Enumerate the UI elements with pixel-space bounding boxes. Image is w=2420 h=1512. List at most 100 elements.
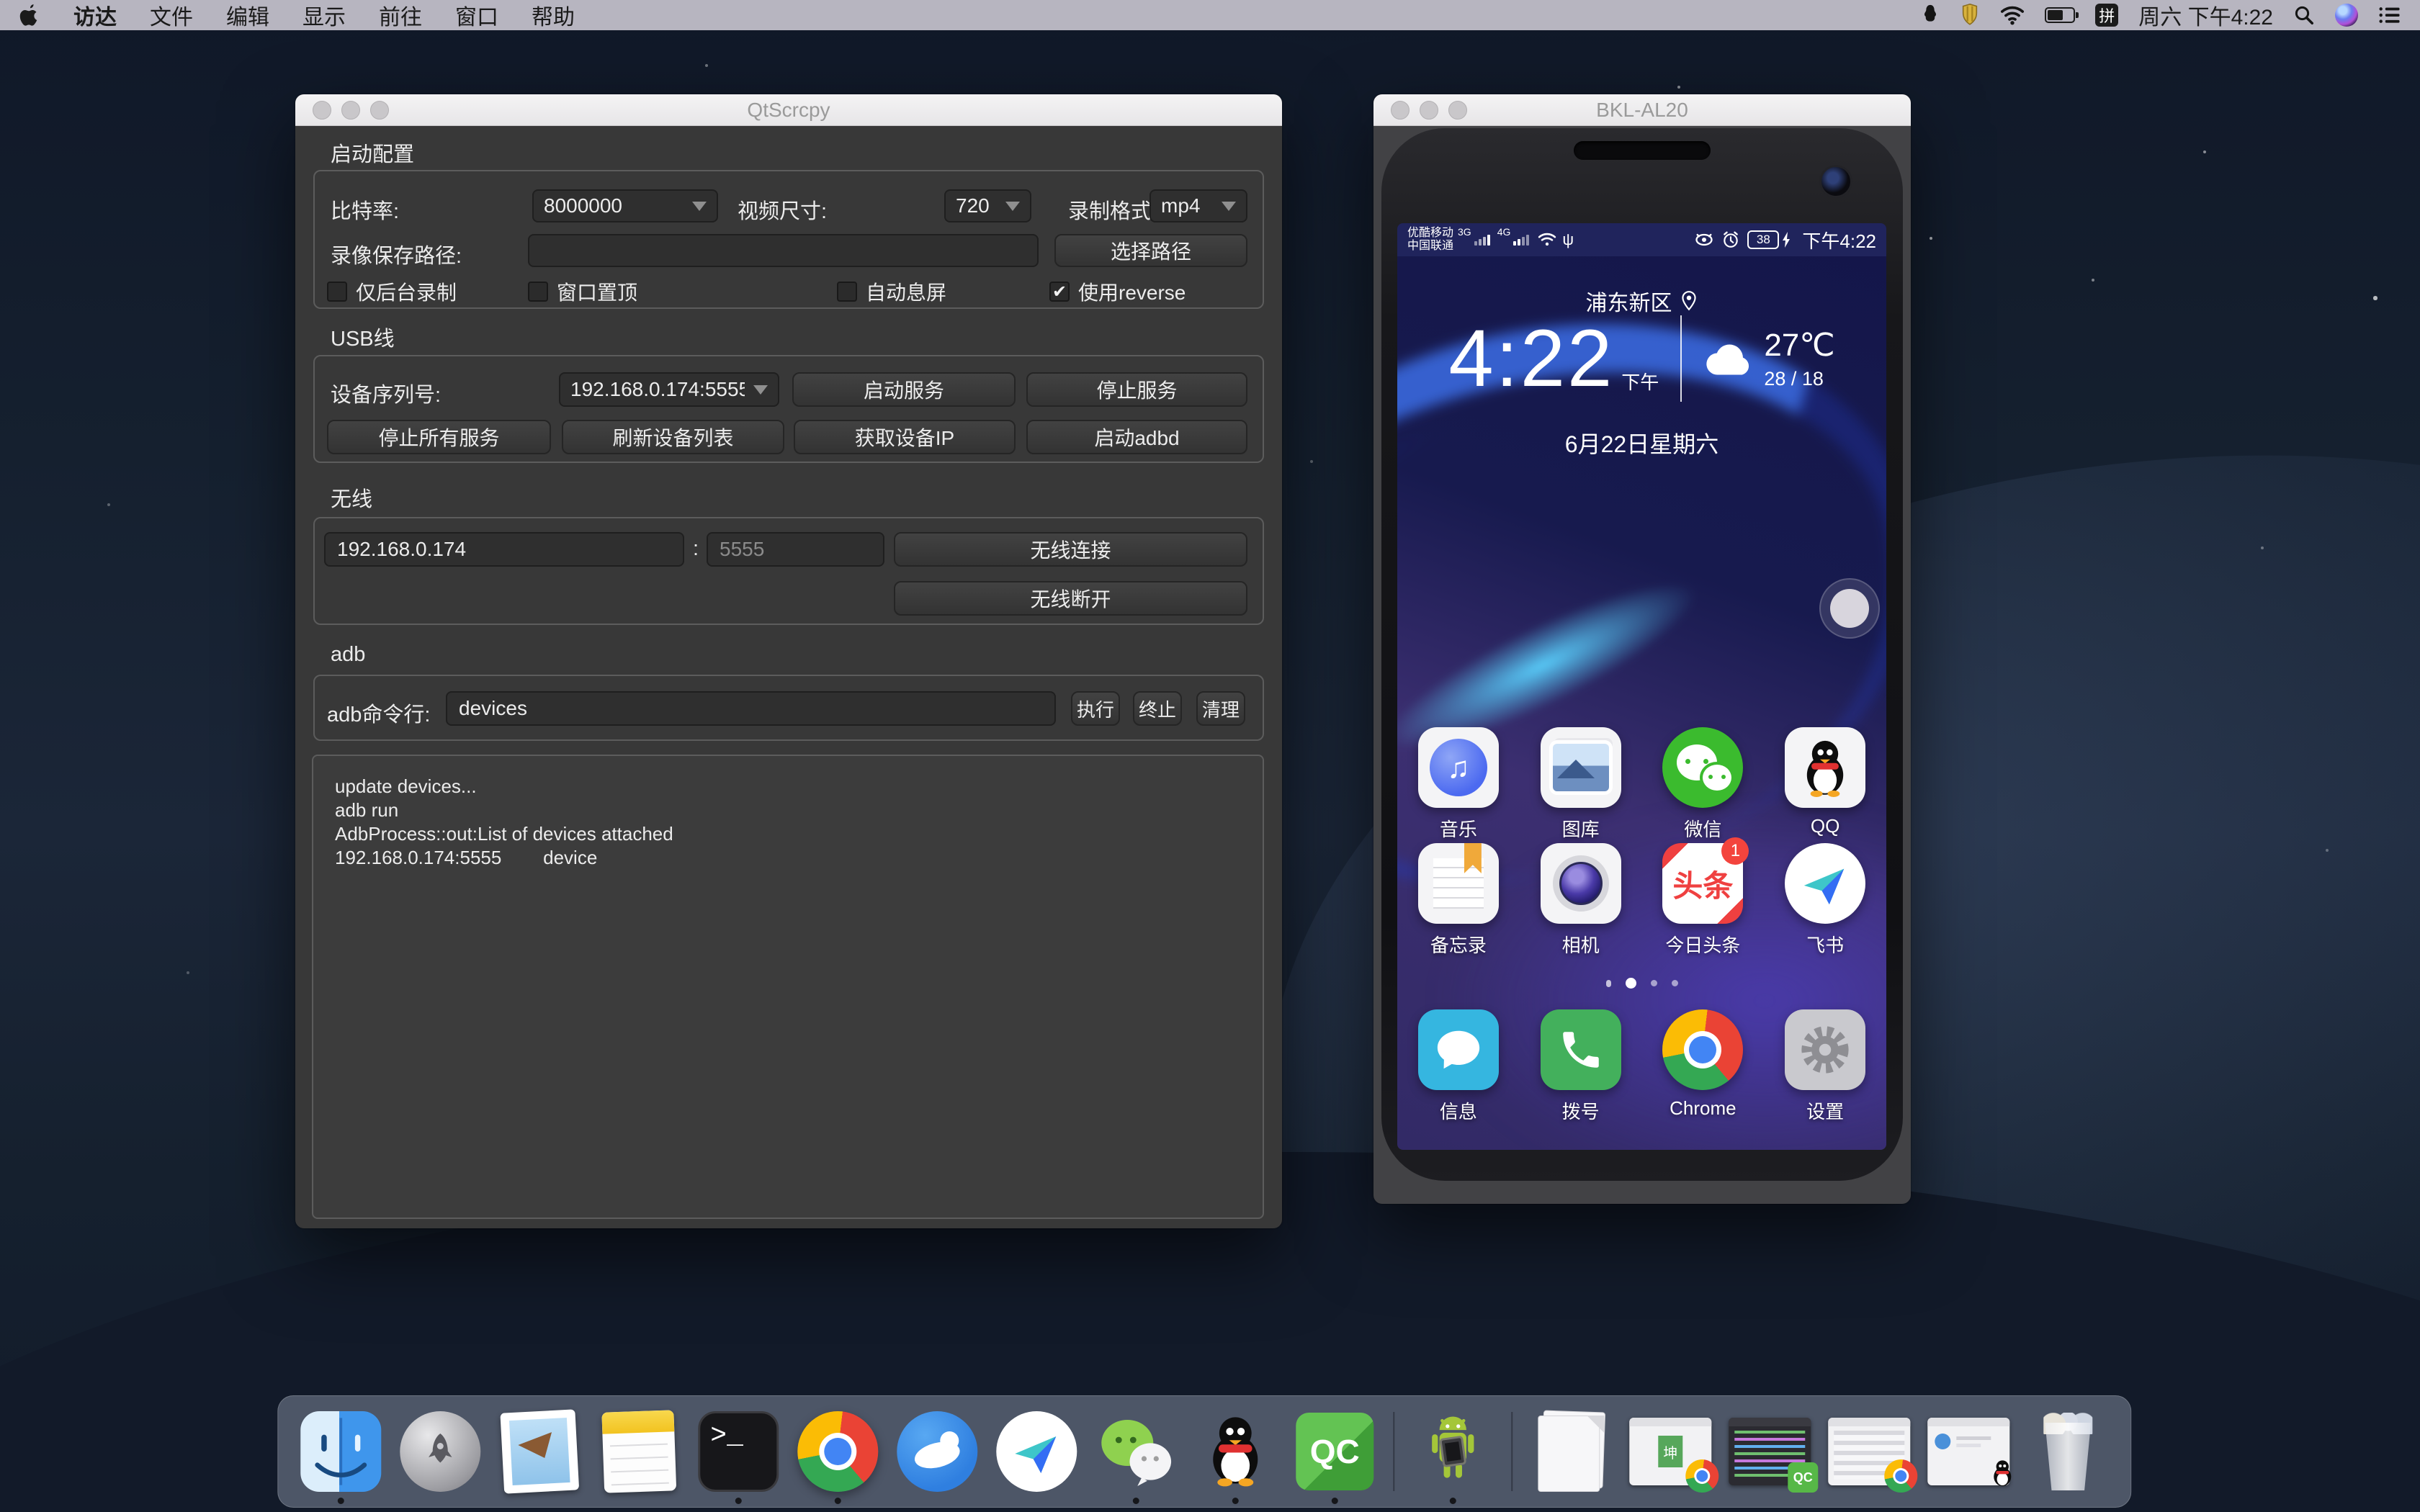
adb-clear-button[interactable]: 清理 [1196, 691, 1245, 726]
app-dialer[interactable]: 拨号 [1520, 1009, 1642, 1124]
menu-item-view[interactable]: 显示 [302, 0, 346, 31]
wireless-ip-input[interactable]: 192.168.0.174 [324, 532, 684, 567]
auto-screen-off-checkbox[interactable]: 自动息屏 [837, 277, 946, 306]
dock-feishu[interactable] [994, 1409, 1079, 1494]
app-music[interactable]: ♫ 音乐 [1397, 727, 1520, 842]
dock-qtscrcpy[interactable]: QC [1292, 1409, 1377, 1494]
always-on-top-checkbox[interactable]: 窗口置顶 [528, 277, 637, 306]
siri-icon[interactable] [2335, 4, 2358, 27]
background-record-checkbox[interactable]: 仅后台录制 [327, 277, 457, 306]
phone-screen[interactable]: 优酷移动 中国联通 3G 4G ψ [1397, 223, 1886, 1150]
menu-item-go[interactable]: 前往 [379, 0, 422, 31]
menu-item-window[interactable]: 窗口 [455, 0, 498, 31]
window-title: BKL-AL20 [1596, 99, 1688, 122]
phone-window-titlebar[interactable]: BKL-AL20 [1373, 94, 1911, 126]
app-settings[interactable]: 设置 [1764, 1009, 1886, 1124]
usb-icon: ψ [1562, 230, 1574, 249]
menu-item-edit[interactable]: 编辑 [226, 0, 269, 31]
checkbox-box[interactable] [327, 282, 347, 302]
zoom-window-button[interactable] [1448, 101, 1467, 120]
location-row[interactable]: 浦东新区 [1397, 285, 1886, 317]
wifi-status-icon[interactable] [2000, 4, 2025, 26]
menu-item-finder[interactable]: 访达 [73, 0, 117, 31]
gallery-icon [1553, 744, 1609, 791]
dock-minimized-qq-window[interactable] [1926, 1409, 2011, 1494]
app-feishu[interactable]: 飞书 [1764, 843, 1886, 958]
checkbox-box[interactable] [1049, 282, 1070, 302]
app-qq[interactable]: QQ [1764, 727, 1886, 842]
shield-status-icon[interactable] [1960, 3, 1980, 27]
dock-launchpad[interactable] [398, 1409, 483, 1494]
notification-center-icon[interactable] [2378, 5, 2401, 25]
dock-mail[interactable] [497, 1409, 582, 1494]
dock-android-mirror[interactable] [1410, 1409, 1495, 1494]
battery-status-icon[interactable] [2045, 7, 2075, 23]
checkbox-box[interactable] [528, 282, 548, 302]
app-camera[interactable]: 相机 [1520, 843, 1642, 958]
running-indicator [1450, 1498, 1456, 1504]
checkbox-label: 自动息屏 [866, 277, 946, 306]
adb-command-label: adb命令行: [327, 698, 430, 728]
input-method-icon[interactable]: 拼 [2095, 4, 2118, 27]
dock-qq[interactable] [1193, 1409, 1278, 1494]
qq-status-icon[interactable] [1921, 4, 1940, 27]
menu-item-file[interactable]: 文件 [150, 0, 193, 31]
dock-wechat[interactable] [1093, 1409, 1178, 1494]
qtscrcpy-window: QtScrcpy 启动配置 比特率: 8000000 视频尺寸: 720 录制格… [295, 94, 1282, 1228]
spotlight-search-icon[interactable] [2293, 4, 2315, 26]
stop-all-services-button[interactable]: 停止所有服务 [327, 420, 551, 454]
dock-minimized-code-window[interactable]: QC [1727, 1409, 1812, 1494]
wireless-connect-button[interactable]: 无线连接 [894, 532, 1247, 567]
start-service-button[interactable]: 启动服务 [792, 372, 1016, 407]
dock-minimized-chrome-page[interactable] [1827, 1409, 1912, 1494]
close-window-button[interactable] [1391, 101, 1410, 120]
weather-widget[interactable]: 27℃ 28 / 18 [1703, 327, 1834, 390]
get-device-ip-button[interactable]: 获取设备IP [794, 420, 1016, 454]
clock-widget[interactable]: 4:22 下午 27℃ 28 / 18 [1397, 315, 1886, 402]
app-messages[interactable]: 信息 [1397, 1009, 1520, 1124]
app-notes[interactable]: 备忘录 [1397, 843, 1520, 958]
dock-minimized-chrome-kun[interactable]: 坤 [1628, 1409, 1713, 1494]
dock-terminal[interactable]: >_ [696, 1409, 781, 1494]
apple-menu-icon[interactable] [19, 3, 40, 27]
adb-command-input[interactable]: devices [446, 691, 1056, 726]
adb-execute-button[interactable]: 执行 [1071, 691, 1120, 726]
refresh-device-list-button[interactable]: 刷新设备列表 [562, 420, 784, 454]
record-path-input[interactable] [528, 234, 1039, 267]
start-adbd-button[interactable]: 启动adbd [1026, 420, 1247, 454]
choose-path-button[interactable]: 选择路径 [1054, 234, 1247, 267]
wireless-port-input[interactable]: 5555 [707, 532, 884, 567]
app-wechat[interactable]: 微信 [1642, 727, 1765, 842]
record-format-combobox[interactable]: mp4 [1150, 189, 1247, 222]
menu-item-help[interactable]: 帮助 [532, 0, 575, 31]
dock-seal-app[interactable] [895, 1409, 980, 1494]
dock-documents-stack[interactable] [1528, 1409, 1613, 1494]
zoom-window-button[interactable] [370, 101, 389, 120]
dock-trash[interactable] [2025, 1409, 2110, 1494]
adb-terminate-button[interactable]: 终止 [1133, 691, 1182, 726]
running-indicator [338, 1498, 344, 1504]
app-chrome[interactable]: Chrome [1642, 1009, 1765, 1124]
menu-bar-clock[interactable]: 周六 下午4:22 [2138, 0, 2273, 31]
assistive-touch-ball[interactable] [1819, 578, 1880, 639]
dock-chrome[interactable] [795, 1409, 880, 1494]
app-toutiao[interactable]: 头条 1 今日头条 [1642, 843, 1765, 958]
wireless-disconnect-button[interactable]: 无线断开 [894, 581, 1247, 616]
location-name: 浦东新区 [1586, 285, 1672, 317]
dock-notes[interactable] [596, 1409, 681, 1494]
video-size-combobox[interactable]: 720 [944, 189, 1031, 222]
running-indicator [835, 1498, 841, 1504]
qtscrcpy-titlebar[interactable]: QtScrcpy [295, 94, 1282, 126]
app-label: 今日头条 [1665, 931, 1740, 958]
stop-service-button[interactable]: 停止服务 [1026, 372, 1247, 407]
checkbox-box[interactable] [837, 282, 857, 302]
minimize-window-button[interactable] [341, 101, 360, 120]
bitrate-combobox[interactable]: 8000000 [532, 189, 718, 222]
use-reverse-checkbox[interactable]: 使用reverse [1049, 277, 1186, 306]
dock-finder[interactable] [298, 1409, 383, 1494]
app-gallery[interactable]: 图库 [1520, 727, 1642, 842]
minimize-window-button[interactable] [1420, 101, 1438, 120]
device-serial-combobox[interactable]: 192.168.0.174:5555 [559, 372, 779, 407]
trash-icon [2033, 1411, 2102, 1492]
close-window-button[interactable] [313, 101, 331, 120]
